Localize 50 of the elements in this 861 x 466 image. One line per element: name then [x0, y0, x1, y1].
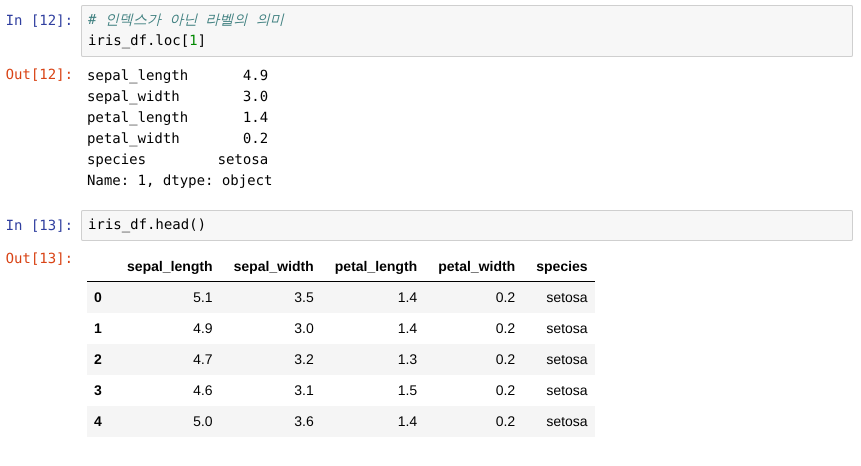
table-cell: 3.2 [220, 344, 321, 375]
series-value: 0.2 [242, 130, 268, 149]
table-cell: 4.9 [113, 313, 220, 344]
table-cell: setosa [522, 282, 595, 313]
series-label: petal_length [87, 109, 188, 128]
table-cell: setosa [522, 313, 595, 344]
table-cell: 1.3 [320, 344, 424, 375]
row-index: 1 [87, 313, 113, 344]
table-cell: setosa [522, 406, 595, 437]
table-cell: 1.4 [320, 406, 424, 437]
series-label: petal_width [87, 130, 181, 149]
output-prompt: Out[12]: [4, 66, 74, 85]
table-cell: 3.5 [220, 282, 321, 313]
row-index: 3 [87, 375, 113, 406]
table-cell: 0.2 [424, 344, 522, 375]
table-cell: 0.2 [424, 406, 522, 437]
table-cell: 0.2 [424, 282, 522, 313]
table-cell: 1.4 [320, 313, 424, 344]
code-cell[interactable]: iris_df.head() [81, 210, 853, 241]
row-index: 2 [87, 344, 113, 375]
series-value: 4.9 [242, 67, 268, 86]
series-label: sepal_length [87, 67, 188, 86]
table-cell: 0.2 [424, 375, 522, 406]
table-cell: setosa [522, 375, 595, 406]
row-index: 0 [87, 282, 113, 313]
table-cell: 3.6 [220, 406, 321, 437]
table-cell: setosa [522, 344, 595, 375]
table-cell: 3.0 [220, 313, 321, 344]
code-line: # 인덱스가 아닌 라벨의 의미 [88, 11, 286, 30]
table-cell: 5.0 [113, 406, 220, 437]
output-prompt: Out[13]: [4, 250, 74, 269]
row-index: 4 [87, 406, 113, 437]
input-prompt: In [13]: [4, 217, 74, 236]
table-cell: 1.4 [320, 282, 424, 313]
table-cell: 1.5 [320, 375, 424, 406]
input-prompt: In [12]: [4, 12, 74, 31]
series-value: setosa [216, 151, 268, 170]
code-line: iris_df.loc[1] [88, 32, 208, 51]
series-footer: Name: 1, dtype: object [87, 171, 272, 192]
code-line: iris_df.head() [88, 216, 208, 235]
table-cell: 4.7 [113, 344, 220, 375]
series-value: 1.4 [242, 109, 268, 128]
table-cell: 4.6 [113, 375, 220, 406]
series-label: species [87, 151, 148, 170]
table-cell: 5.1 [113, 282, 220, 313]
table-cell: 3.1 [220, 375, 321, 406]
series-label: sepal_width [87, 88, 181, 107]
table-cell: 0.2 [424, 313, 522, 344]
code-cell[interactable]: # 인덱스가 아닌 라벨의 의미 iris_df.loc[1] [81, 5, 853, 57]
series-value: 3.0 [242, 88, 268, 107]
